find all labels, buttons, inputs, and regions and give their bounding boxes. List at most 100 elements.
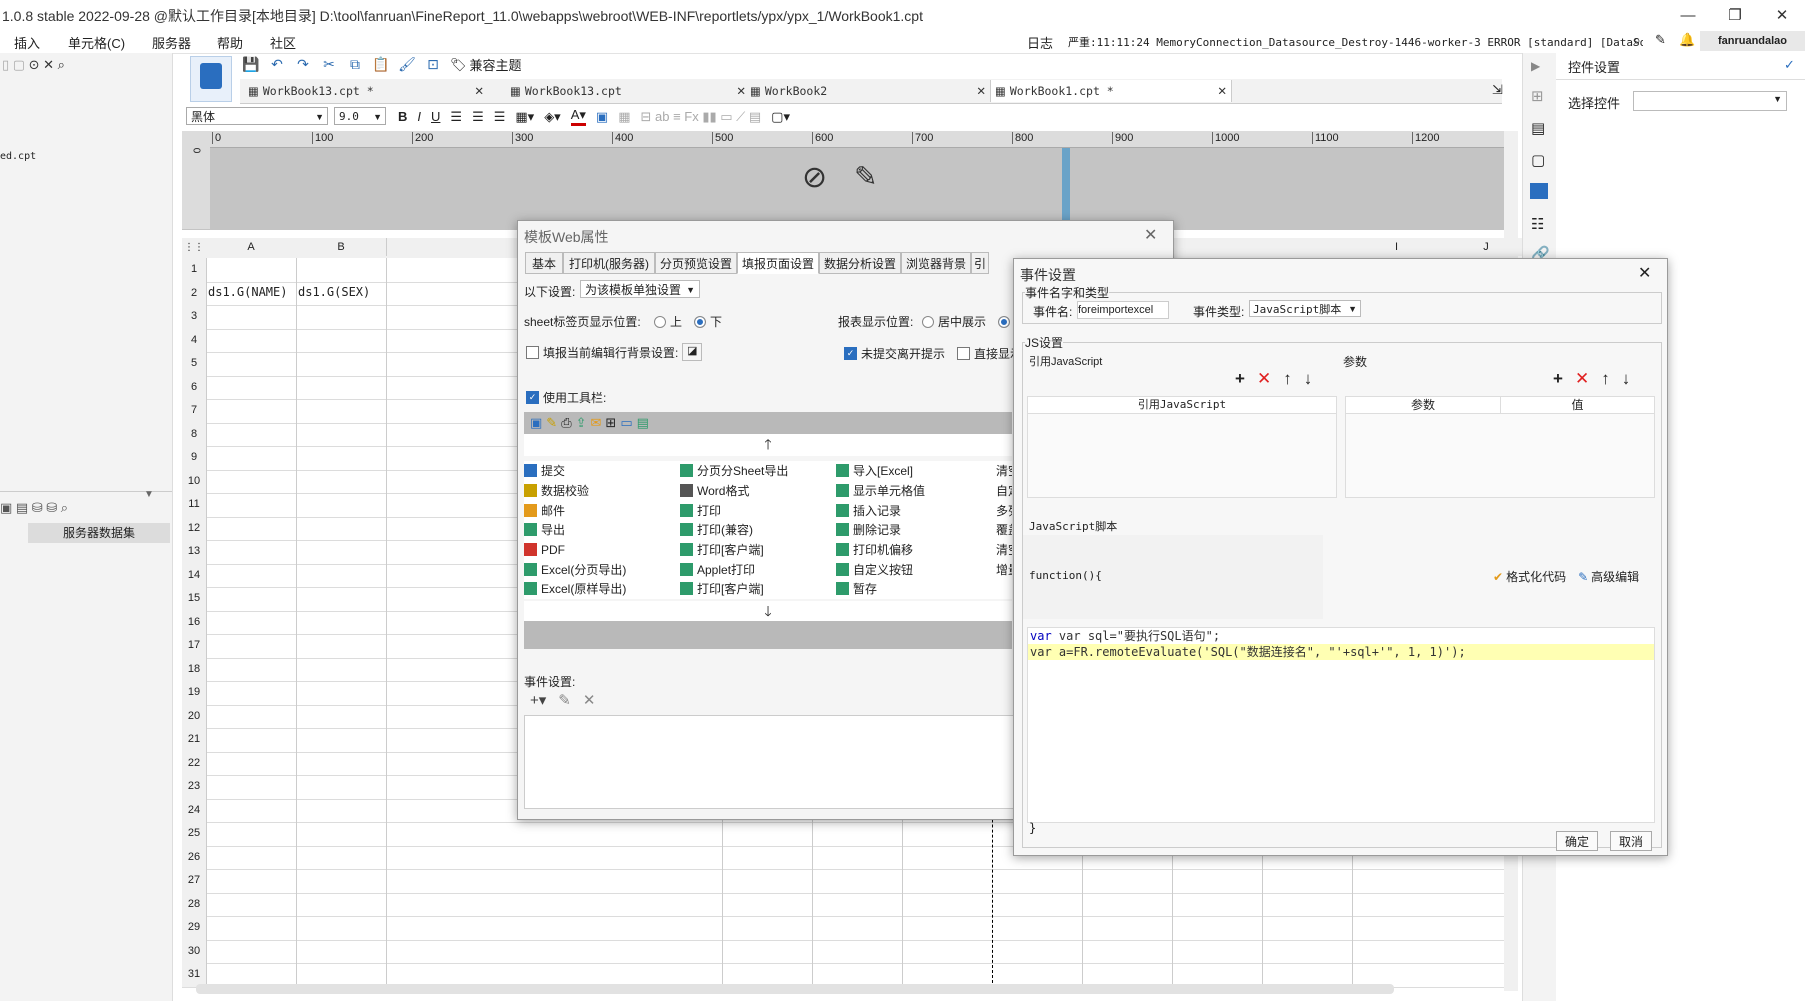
server-dataset-tab[interactable]: 服务器数据集 [28,523,170,543]
save-icon[interactable]: ▣ [530,415,542,431]
row-header[interactable]: 11 [182,493,206,518]
tab-more[interactable]: 引 [971,252,989,274]
row-header[interactable]: 27 [182,869,206,894]
widget-icon[interactable] [1530,183,1548,199]
hidden-eye-icon[interactable]: ⊘ [802,160,827,195]
toolbar-button-item[interactable]: 邮件 [524,500,674,520]
underline-icon[interactable]: U [431,109,440,124]
row-header[interactable]: 21 [182,728,206,753]
dataset-toolbar-icons[interactable]: ▣ ▤ ⛁ ⛁ ⌕ [0,500,68,516]
row-header[interactable]: 1 [182,258,206,283]
add-icon[interactable]: + [1553,369,1563,389]
toolbar-button-item[interactable]: 覆盖 [992,520,1012,540]
template-icon[interactable] [190,56,232,102]
use-toolbar-checkbox[interactable]: ✓ [526,391,539,404]
code-editor[interactable]: var var sql="要执行SQL语句"; var a=FR.remoteE… [1027,627,1655,823]
tab-list-icon[interactable]: ⇲ [1492,82,1503,98]
row-header[interactable]: 12 [182,516,206,541]
toolbar-button-item[interactable]: Applet打印 [680,559,830,579]
undo-icon[interactable]: ↶ [268,56,286,74]
row-header[interactable]: 4 [182,328,206,353]
row-header[interactable]: 13 [182,540,206,565]
row-header[interactable]: 8 [182,422,206,447]
expand-right-icon[interactable]: ▶ [1531,59,1540,73]
shape-icon[interactable]: ▢▾ [771,109,790,125]
bg-picker-icon[interactable]: ◪ [682,343,703,361]
row-header[interactable]: 6 [182,375,206,400]
toolbar-button-item[interactable]: 暂存 [836,579,986,599]
radio-center[interactable] [922,315,934,328]
row-header[interactable]: 24 [182,798,206,823]
search-icon[interactable]: ⌕ [1633,32,1641,49]
toolbar-button-item[interactable]: 提交 [524,461,674,481]
toolbar-button-item[interactable]: 清空 [992,540,1012,560]
preview-icon[interactable]: ⊡ [424,56,442,74]
toolbar-button-item[interactable]: 删除记录 [836,520,986,540]
toolbar-button-item[interactable]: 显示单元格值 [836,481,986,501]
move-down-icon[interactable]: ↓ [1622,369,1631,389]
toolbar-button-item[interactable]: 增量 [992,559,1012,579]
column-header-b[interactable]: B [296,238,387,256]
horizontal-scrollbar[interactable] [196,984,1394,994]
bell-icon[interactable]: 🔔 [1679,32,1695,48]
edit-bg-checkbox[interactable] [526,345,539,359]
file-tree-item[interactable]: ed.cpt [0,151,36,162]
delete-icon[interactable]: ✕ [1257,369,1271,389]
notes-icon[interactable]: ✎ [1655,32,1666,48]
column-header-a[interactable]: A [206,238,297,256]
move-down-icon[interactable]: 🡓 [524,601,1012,621]
insert-row-icon[interactable]: ⊞ [605,415,616,431]
layout-icon[interactable]: ⊞ [1531,87,1544,105]
pin-icon[interactable]: ✓ [1784,57,1795,73]
event-list[interactable] [524,715,1014,809]
row-header[interactable]: 20 [182,704,206,729]
row-header[interactable]: 23 [182,775,206,800]
condition-icon[interactable]: ☷ [1531,215,1544,233]
toolbar-button-item[interactable]: Excel(分页导出) [524,559,674,579]
font-color-icon[interactable]: A▾ [570,107,586,126]
edit-pencil-icon[interactable]: ✎ [854,160,877,193]
row-header[interactable]: 18 [182,657,206,682]
toolbar-button-item[interactable]: 打印[客户端] [680,540,830,560]
radio-top[interactable] [654,315,666,328]
restore-button[interactable]: ❐ [1712,0,1758,30]
toolbar-button-item[interactable]: 自定义按钮 [836,559,986,579]
row-header[interactable]: 17 [182,634,206,659]
tab-workbook13-modified[interactable]: ▦ WorkBook13.cpt * ✕ [248,80,488,102]
edit-event-icon[interactable]: ✎ [558,691,571,709]
toolbar-button-item[interactable]: 导入[Excel] [836,461,986,481]
border-icon[interactable]: ▦▾ [515,109,534,125]
row-header[interactable]: 2 [182,281,206,306]
save-icon[interactable]: 💾 [242,56,260,74]
tab-workbook13[interactable]: ▦ WorkBook13.cpt ✕ [510,80,750,102]
redo-icon[interactable]: ↷ [294,56,312,74]
param-table[interactable]: 参数 值 [1345,396,1655,498]
align-left-icon[interactable]: ☰ [450,109,462,125]
row-header[interactable]: 16 [182,610,206,635]
column-header-j[interactable]: J [1441,238,1532,256]
row-header[interactable]: 19 [182,681,206,706]
toolbar-button-item[interactable]: 打印[客户端] [680,579,830,599]
row-header[interactable]: 10 [182,469,206,494]
unsubmit-checkbox[interactable]: ✓ [844,347,857,360]
mail-icon[interactable]: ✉ [591,415,602,431]
align-center-icon[interactable]: ☰ [472,109,484,125]
cell-b2[interactable]: ds1.G(SEX) [298,285,370,299]
frame-icon[interactable]: ▢ [1531,151,1545,169]
radio-bottom[interactable] [694,315,707,328]
user-name[interactable]: fanruandalao [1700,31,1805,51]
ok-button[interactable]: 确定 [1556,831,1598,851]
tab-close-icon[interactable]: ✕ [1217,84,1227,98]
minimize-button[interactable]: — [1665,0,1711,30]
tab-browser-bg[interactable]: 浏览器背景 [901,252,971,274]
log-label[interactable]: 日志 [1027,33,1053,52]
add-icon[interactable]: + [1235,369,1245,389]
toolbar-button-item[interactable]: 打印(兼容) [680,520,830,540]
menu-cell[interactable]: 单元格(C) [68,33,125,52]
row-header[interactable]: 3 [182,305,206,330]
toolbar-button-item[interactable]: 分页分Sheet导出 [680,461,830,481]
menu-server[interactable]: 服务器 [152,33,191,52]
paste-icon[interactable]: 📋 [372,56,390,74]
tab-data-analysis[interactable]: 数据分析设置 [819,252,901,274]
tab-close-icon[interactable]: ✕ [736,84,746,98]
